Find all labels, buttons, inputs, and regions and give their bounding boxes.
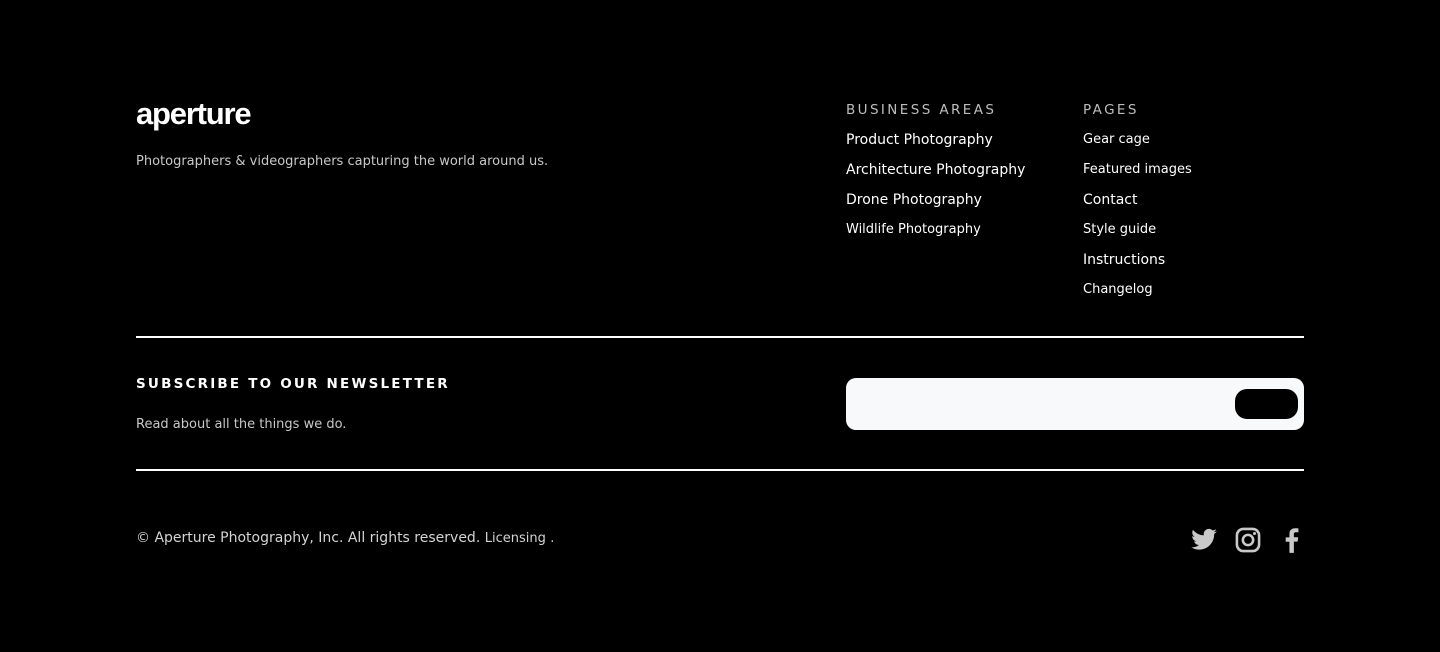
link-changelog[interactable]: Changelog: [1083, 281, 1192, 299]
instagram-icon[interactable]: [1234, 526, 1262, 554]
licensing-link[interactable]: Licensing: [485, 531, 546, 546]
divider-top: [136, 336, 1304, 338]
link-instructions[interactable]: Instructions: [1083, 251, 1192, 269]
link-style-guide[interactable]: Style guide: [1083, 221, 1192, 239]
link-wildlife-photography[interactable]: Wildlife Photography: [846, 221, 1025, 239]
link-drone-photography[interactable]: Drone Photography: [846, 191, 1025, 209]
business-areas-nav: BUSINESS AREAS Product Photography Archi…: [846, 101, 1025, 251]
copyright-period: .: [550, 531, 555, 546]
business-areas-heading: BUSINESS AREAS: [846, 102, 997, 118]
aperture-logo[interactable]: aperture: [136, 96, 252, 132]
brand-tagline: Photographers & videographers capturing …: [136, 154, 549, 169]
pages-nav: PAGES Gear cage Featured images Contact …: [1083, 101, 1192, 311]
subscribe-button[interactable]: [1235, 389, 1298, 419]
divider-bottom: [136, 469, 1304, 471]
link-featured-images[interactable]: Featured images: [1083, 161, 1192, 179]
newsletter-subtitle: Read about all the things we do.: [136, 417, 347, 432]
copyright-label: © Aperture Photography, Inc. All rights …: [136, 530, 481, 546]
link-contact[interactable]: Contact: [1083, 191, 1192, 209]
facebook-icon[interactable]: [1278, 526, 1306, 554]
copyright-text: © Aperture Photography, Inc. All rights …: [136, 529, 554, 548]
newsletter-form: [846, 378, 1304, 430]
link-gear-cage[interactable]: Gear cage: [1083, 131, 1192, 149]
pages-heading: PAGES: [1083, 102, 1139, 118]
link-architecture-photography[interactable]: Architecture Photography: [846, 161, 1025, 179]
newsletter-title: SUBSCRIBE TO OUR NEWSLETTER: [136, 376, 450, 392]
email-input[interactable]: [860, 388, 1230, 420]
site-footer: aperture Photographers & videographers c…: [0, 0, 1440, 652]
twitter-icon[interactable]: [1190, 526, 1218, 554]
link-product-photography[interactable]: Product Photography: [846, 131, 1025, 149]
